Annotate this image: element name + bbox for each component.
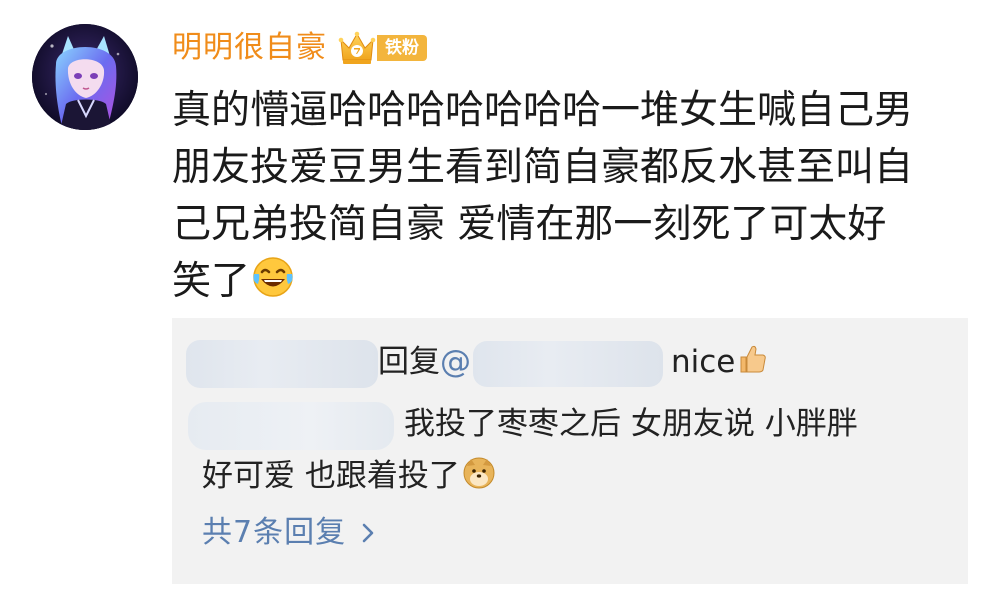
chevron-right-icon: [362, 523, 374, 543]
avatar[interactable]: [32, 24, 138, 130]
post-header: 明明很自豪 铁粉: [172, 26, 427, 70]
view-more-replies-link[interactable]: 共7条回复: [202, 513, 376, 553]
fan-badge[interactable]: 铁粉: [337, 30, 427, 66]
comment-line: 己兄弟投简自豪 爱情在那一刻死了可太好: [172, 202, 887, 247]
reply-item-continued: 好可爱 也跟着投了: [202, 452, 496, 500]
avatar-image: [32, 24, 138, 130]
username[interactable]: 明明很自豪: [172, 26, 327, 70]
mention-at: @: [440, 344, 471, 380]
reply-text: nice: [671, 344, 736, 380]
thumbs-up-emoji: [740, 345, 767, 373]
redacted-mention: [473, 340, 663, 387]
reply-box[interactable]: 回复@ nice 我投了枣枣之后 女朋友说 小胖胖 好可爱 也跟着投了 共7条回复: [172, 318, 968, 584]
comment-line-text: 笑了: [172, 259, 251, 304]
comment-body: 真的懵逼哈哈哈哈哈哈哈一堆女生喊自己男 朋友投爱豆男生看到简自豪都反水甚至叫自 …: [172, 82, 972, 310]
crown-fan-badge-icon: [338, 31, 376, 64]
redacted-username: [186, 339, 378, 388]
view-more-label: 共7条回复: [202, 515, 347, 550]
laughing-tears-emoji: [253, 257, 293, 297]
reply-verb: 回复: [378, 344, 440, 380]
mention-link[interactable]: @: [440, 340, 663, 387]
comment-line: 真的懵逼哈哈哈哈哈哈哈一堆女生喊自己男: [172, 88, 914, 133]
reply-item: 我投了枣枣之后 女朋友说 小胖胖: [186, 400, 858, 450]
comment-line-last: 笑了: [172, 253, 972, 310]
badge-label: 铁粉: [377, 35, 427, 61]
reply-text: 我投了枣枣之后 女朋友说 小胖胖: [404, 406, 858, 442]
reply-item: 回复@ nice: [186, 338, 769, 388]
doge-emoji: [463, 457, 495, 489]
comment-line: 朋友投爱豆男生看到简自豪都反水甚至叫自: [172, 145, 914, 190]
reply-text: 好可爱 也跟着投了: [202, 458, 460, 494]
redacted-username: [188, 401, 394, 450]
